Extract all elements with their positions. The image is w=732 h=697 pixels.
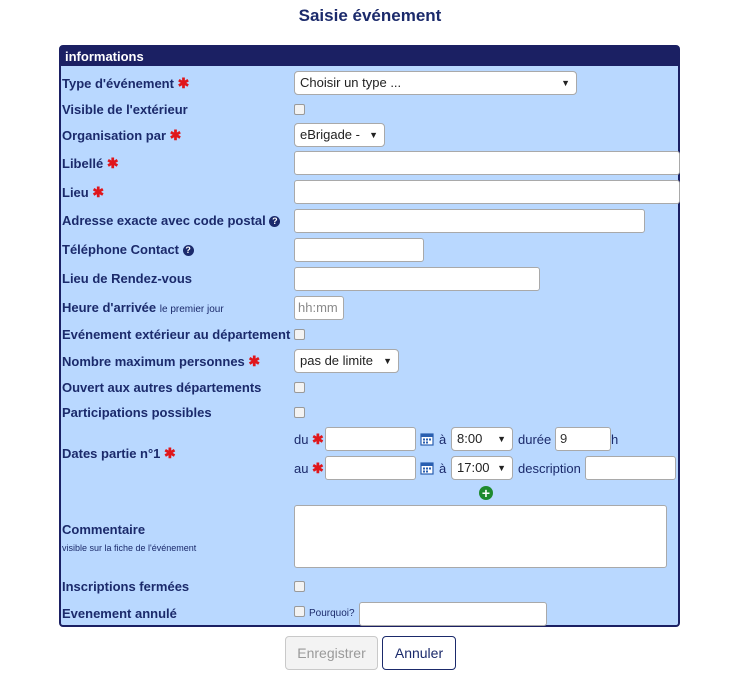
libelle-input[interactable] — [294, 151, 680, 175]
chevron-down-icon: ▼ — [497, 463, 506, 473]
ext-dept-checkbox[interactable] — [294, 329, 305, 340]
label-adresse: Adresse exacte avec code postal ? — [62, 213, 281, 228]
participations-checkbox[interactable] — [294, 407, 305, 418]
chevron-down-icon: ▼ — [497, 434, 506, 444]
commentaire-hint: visible sur la fiche de l'événement — [62, 543, 197, 553]
description-label: description — [518, 461, 581, 476]
label-lieu: Lieu ✱ — [62, 184, 104, 201]
label-participations: Participations possibles — [62, 405, 212, 420]
label-rdv: Lieu de Rendez-vous — [62, 271, 193, 286]
select-value: 17:00 — [457, 460, 490, 475]
question-circle-icon[interactable]: ? — [182, 245, 194, 256]
select-value: Choisir un type ... — [300, 75, 402, 90]
label-type-event: Type d'événement ✱ — [62, 75, 189, 92]
label-text: Lieu — [62, 185, 89, 200]
label-commentaire: Commentaire — [62, 522, 146, 537]
ouvert-checkbox[interactable] — [294, 382, 305, 393]
required-icon: ✱ — [92, 184, 105, 200]
question-circle-icon[interactable]: ? — [269, 216, 281, 227]
du-label: du — [294, 432, 309, 447]
a-label: à — [439, 461, 447, 476]
panel-header: informations — [61, 47, 678, 66]
pourquoi-input[interactable] — [359, 602, 547, 626]
label-dates: Dates partie n°1 ✱ — [62, 445, 176, 462]
label-text: Heure d'arrivée — [62, 300, 157, 315]
select-value: eBrigade - — [300, 127, 360, 142]
commentaire-textarea[interactable] — [294, 505, 667, 568]
date-start-input[interactable] — [325, 427, 416, 451]
label-text: Libellé — [62, 156, 104, 171]
label-annule: Evenement annulé — [62, 606, 177, 621]
label-text: Organisation par — [62, 128, 167, 143]
nb-max-select[interactable]: pas de limite ▼ — [294, 349, 399, 373]
label-ouvert: Ouvert aux autres départements — [62, 380, 262, 395]
required-icon: ✱ — [177, 75, 190, 91]
time-end-select[interactable]: 17:00 ▼ — [451, 456, 513, 480]
label-libelle: Libellé ✱ — [62, 155, 119, 172]
plus-circle-icon[interactable]: + — [479, 486, 493, 500]
select-value: 8:00 — [457, 431, 483, 446]
label-text: Adresse exacte avec code postal — [62, 213, 266, 228]
time-start-select[interactable]: 8:00 ▼ — [451, 427, 513, 451]
label-visible-ext: Visible de l'extérieur — [62, 102, 188, 117]
label-organisation: Organisation par ✱ — [62, 127, 181, 144]
required-icon: ✱ — [248, 353, 261, 369]
label-inscriptions: Inscriptions fermées — [62, 579, 190, 594]
type-event-select[interactable]: Choisir un type ... ▼ — [294, 71, 577, 95]
date-end-input[interactable] — [325, 456, 416, 480]
label-text: Nombre maximum personnes — [62, 354, 245, 369]
telephone-input[interactable] — [294, 238, 424, 262]
required-icon: ✱ — [312, 460, 324, 476]
label-text: Type d'événement — [62, 76, 174, 91]
select-value: pas de limite — [300, 353, 373, 368]
description-input[interactable] — [585, 456, 676, 480]
label-text: Téléphone Contact — [62, 242, 180, 257]
rdv-input[interactable] — [294, 267, 540, 291]
page-title: Saisie événement — [298, 6, 442, 25]
required-icon: ✱ — [169, 127, 182, 143]
informations-panel: informations Type d'événement ✱ Choisir … — [59, 45, 680, 627]
save-button[interactable]: Enregistrer — [285, 636, 378, 670]
a-label: à — [439, 432, 447, 447]
required-icon: ✱ — [106, 155, 119, 171]
cancel-button[interactable]: Annuler — [382, 636, 456, 670]
lieu-input[interactable] — [294, 180, 680, 204]
required-icon: ✱ — [164, 445, 176, 461]
chevron-down-icon: ▼ — [561, 78, 570, 88]
inscriptions-checkbox[interactable] — [294, 581, 305, 592]
visible-ext-checkbox[interactable] — [294, 104, 305, 115]
label-nb-max: Nombre maximum personnes ✱ — [62, 353, 260, 370]
label-text: Dates partie n°1 — [62, 446, 161, 461]
chevron-down-icon: ▼ — [369, 130, 378, 140]
chevron-down-icon: ▼ — [383, 356, 392, 366]
label-telephone: Téléphone Contact ? — [62, 242, 194, 257]
adresse-input[interactable] — [294, 209, 645, 233]
pourquoi-label: Pourquoi? — [309, 608, 355, 619]
annule-checkbox[interactable] — [294, 606, 305, 617]
duree-unit: h — [611, 432, 619, 447]
calendar-icon[interactable] — [420, 432, 434, 446]
heure-arrivee-input[interactable]: hh:mm — [294, 296, 344, 320]
organisation-select[interactable]: eBrigade - ▼ — [294, 123, 385, 147]
label-heure-arrivee: Heure d'arrivée le premier jour — [62, 300, 224, 315]
duree-label: durée — [518, 432, 552, 447]
duree-input[interactable]: 9 — [555, 427, 611, 451]
calendar-icon[interactable] — [420, 461, 434, 475]
label-ext-dept: Evénement extérieur au département — [62, 327, 291, 342]
label-hint: le premier jour — [159, 304, 224, 315]
required-icon: ✱ — [312, 431, 324, 447]
au-label: au — [294, 461, 309, 476]
